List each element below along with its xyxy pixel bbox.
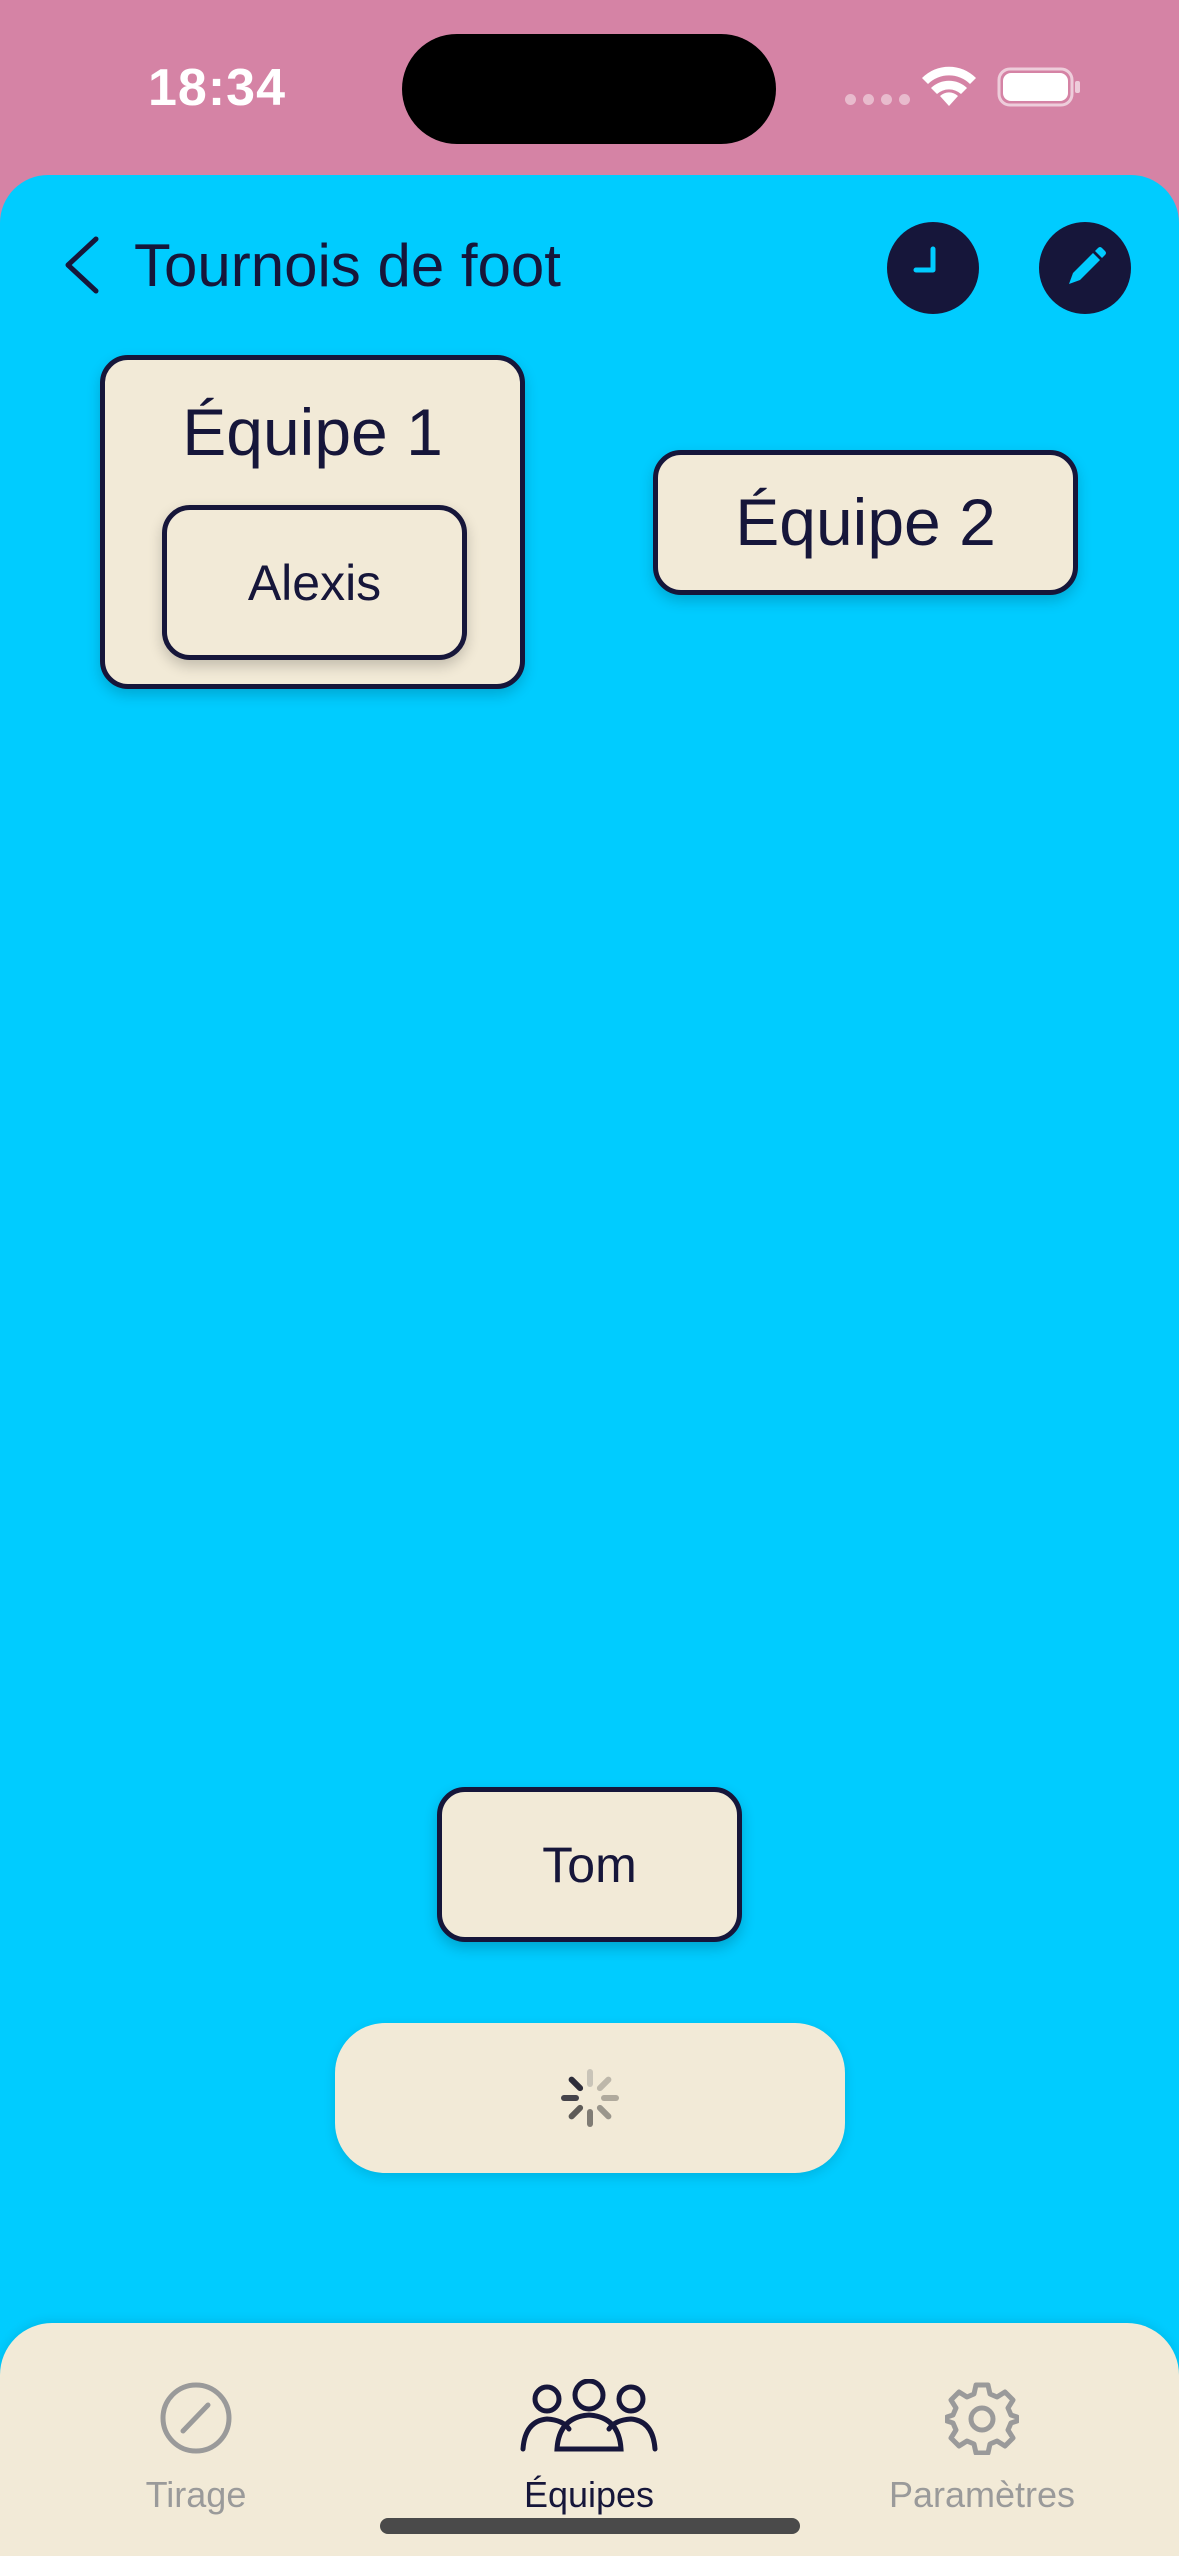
tab-label: Tirage	[145, 2474, 247, 2515]
wifi-icon	[922, 66, 976, 106]
compass-pencil-icon	[160, 2382, 232, 2454]
team-name: Équipe 2	[735, 485, 996, 559]
team-card[interactable]: Équipe 1 Alexis	[100, 355, 525, 689]
spinner-icon	[561, 2069, 619, 2127]
signal-icon	[845, 94, 910, 105]
edit-button[interactable]	[1039, 222, 1131, 314]
loading-button[interactable]	[335, 2023, 845, 2173]
team-name: Équipe 1	[182, 395, 443, 469]
chevron-left-icon[interactable]	[58, 233, 104, 297]
tab-tirage[interactable]: Tirage	[46, 2323, 346, 2556]
pencil-icon	[1069, 247, 1106, 284]
tab-label: Paramètres	[888, 2474, 1076, 2515]
tab-label: Équipes	[523, 2474, 655, 2515]
people-icon	[520, 2379, 658, 2452]
teams-screen: Tournois de foot Équipe 1 Alexis Équipe …	[0, 175, 1179, 2556]
tab-parametres[interactable]: Paramètres	[832, 2323, 1132, 2556]
nav-title: Tournois de foot	[134, 232, 561, 299]
history-button[interactable]	[887, 222, 979, 314]
player-card[interactable]: Alexis	[162, 505, 467, 660]
dynamic-island	[402, 34, 776, 144]
unassigned-player-card[interactable]: Tom	[437, 1787, 742, 1942]
home-indicator	[380, 2518, 800, 2534]
gear-icon	[945, 2382, 1019, 2455]
clock-icon	[913, 246, 936, 273]
battery-icon	[997, 67, 1080, 107]
team-card[interactable]: Équipe 2	[653, 450, 1078, 595]
status-bar: 18:34	[0, 0, 1179, 175]
status-time: 18:34	[148, 59, 286, 117]
